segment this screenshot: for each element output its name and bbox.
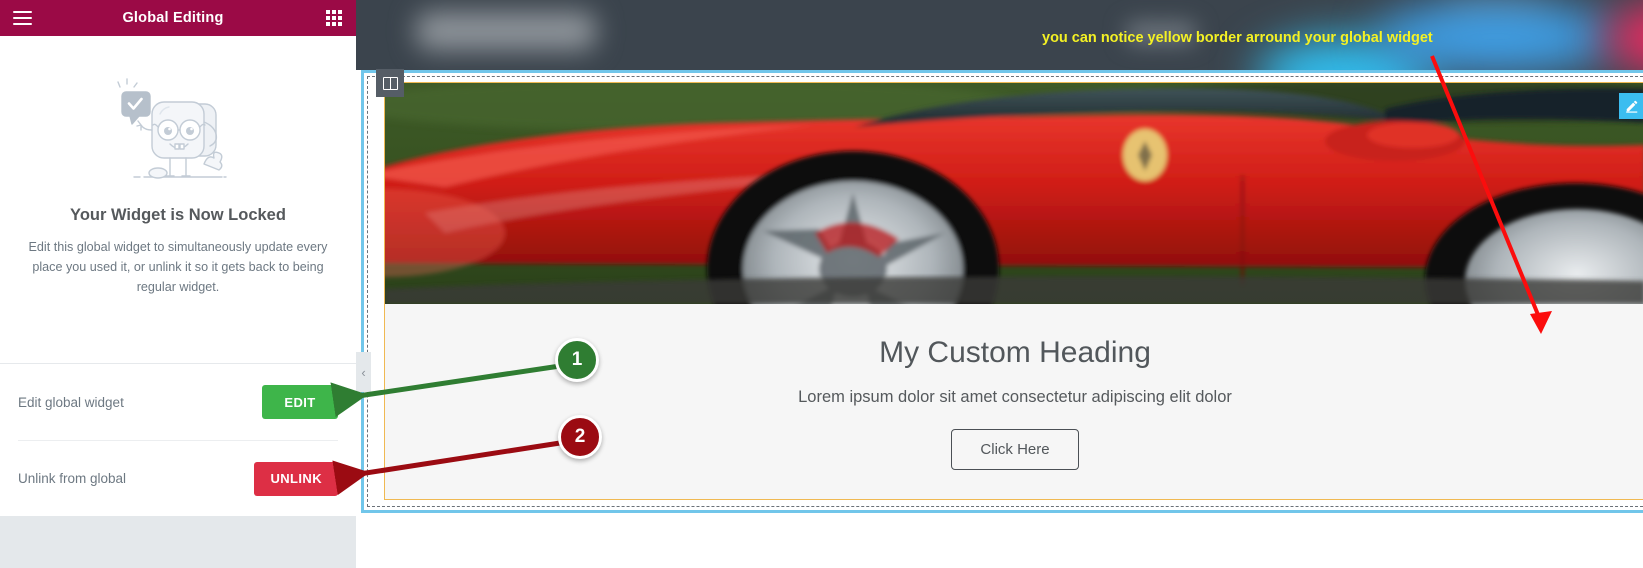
page-title: My Custom Heading — [879, 336, 1151, 369]
grid-glyph — [326, 10, 342, 26]
screenshot-root: you can notice yellow border arround you… — [0, 0, 1643, 568]
mascot-svg — [117, 78, 227, 179]
columns-handle-icon[interactable] — [376, 69, 404, 97]
callout-badge-1: 1 — [555, 338, 599, 382]
empty-state-description: Edit this global widget to simultaneousl… — [28, 240, 328, 294]
apps-grid-icon[interactable] — [312, 0, 356, 36]
widget-text-content: My Custom Heading Lorem ipsum dolor sit … — [385, 304, 1643, 499]
columns-glyph — [382, 76, 398, 90]
unlink-from-global-label: Unlink from global — [18, 471, 127, 486]
panel-empty-state: Your Widget is Now Locked Edit this glob… — [0, 36, 356, 363]
editor-canvas: you can notice yellow border arround you… — [356, 0, 1643, 568]
red-sports-car-image — [385, 83, 1643, 304]
editor-section-wrapper[interactable]: My Custom Heading Lorem ipsum dolor sit … — [361, 69, 1643, 513]
panel-collapse-toggle[interactable]: ‹ — [356, 352, 371, 392]
panel-footer — [0, 516, 356, 568]
unlink-button[interactable]: UNLINK — [254, 461, 338, 496]
panel-actions: Edit global widget EDIT Unlink from glob… — [0, 363, 356, 516]
mascot-widget-locked-illustration — [108, 78, 248, 188]
widget-subheading: Lorem ipsum dolor sit amet consectetur a… — [798, 388, 1232, 406]
pencil-glyph — [1626, 100, 1638, 113]
click-here-button[interactable]: Click Here — [951, 429, 1079, 470]
blurred-pink-accent — [1606, 2, 1643, 70]
empty-state-title: Your Widget is Now Locked — [70, 206, 286, 224]
annotation-label: you can notice yellow border arround you… — [1042, 30, 1433, 46]
panel-title: Global Editing — [122, 10, 224, 26]
edit-global-widget-label: Edit global widget — [18, 394, 124, 410]
callout-badge-2: 2 — [558, 415, 602, 459]
car-photo-svg — [385, 83, 1643, 304]
global-editing-panel: Global Editing Your Widget is Now Locked… — [0, 0, 356, 568]
blurred-logo — [416, 12, 596, 50]
edit-button[interactable]: EDIT — [262, 385, 338, 419]
site-topbar-blurred — [356, 0, 1643, 70]
action-row-edit: Edit global widget EDIT — [18, 364, 338, 440]
action-row-unlink: Unlink from global UNLINK — [18, 440, 338, 516]
panel-header: Global Editing — [0, 0, 356, 36]
pencil-edit-icon[interactable] — [1619, 93, 1643, 119]
